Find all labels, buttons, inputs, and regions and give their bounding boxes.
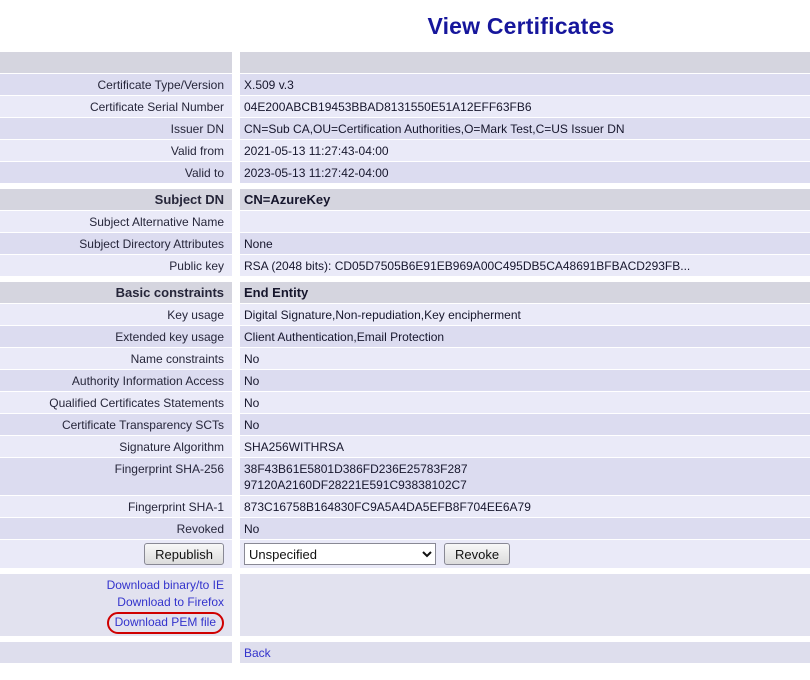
field-label: Authority Information Access: [0, 370, 232, 391]
row-signature-algorithm: Signature Algorithm SHA256WITHRSA: [0, 436, 810, 457]
field-label: [0, 52, 232, 73]
field-label: Subject DN: [0, 189, 232, 210]
field-label: Fingerprint SHA-1: [0, 496, 232, 517]
field-label: Name constraints: [0, 348, 232, 369]
field-value: SHA256WITHRSA: [240, 436, 810, 457]
row-extended-key-usage: Extended key usage Client Authentication…: [0, 326, 810, 347]
field-value: CN=AzureKey: [240, 189, 810, 210]
row-fingerprint-sha-256: Fingerprint SHA-256 38F43B61E5801D386FD2…: [0, 458, 810, 495]
row-name-constraints: Name constraints No: [0, 348, 810, 369]
field-value: 2021-05-13 11:27:43-04:00: [240, 140, 810, 161]
field-value: 04E200ABCB19453BBAD8131550E51A12EFF63FB6: [240, 96, 810, 117]
field-value: No: [240, 392, 810, 413]
field-value: No: [240, 348, 810, 369]
field-value: None: [240, 233, 810, 254]
row-revoked: Revoked No: [0, 518, 810, 539]
revocation-reason-select[interactable]: Unspecified: [244, 543, 436, 565]
field-value: No: [240, 370, 810, 391]
revoke-cell: Unspecified Revoke: [240, 540, 810, 568]
row-valid-from: Valid from 2021-05-13 11:27:43-04:00: [0, 140, 810, 161]
field-value: No: [240, 518, 810, 539]
download-links: Download binary/to IE Download to Firefo…: [0, 574, 232, 636]
field-label: Subject Directory Attributes: [0, 233, 232, 254]
highlight-ellipse: Download PEM file: [107, 612, 224, 634]
field-label: Signature Algorithm: [0, 436, 232, 457]
back-spacer-cell: [0, 642, 232, 663]
field-label: Public key: [0, 255, 232, 276]
field-label: Certificate Transparency SCTs: [0, 414, 232, 435]
action-row: Republish Unspecified Revoke: [0, 540, 810, 568]
row-issuer-dn: Issuer DN CN=Sub CA,OU=Certification Aut…: [0, 118, 810, 139]
row-certificate-type-version: Certificate Type/Version X.509 v.3: [0, 74, 810, 95]
field-value: End Entity: [240, 282, 810, 303]
row-authority-information-access: Authority Information Access No: [0, 370, 810, 391]
field-value: 2023-05-13 11:27:42-04:00: [240, 162, 810, 183]
field-label: Key usage: [0, 304, 232, 325]
field-label: Extended key usage: [0, 326, 232, 347]
row-table-header: [0, 52, 810, 73]
field-value: Client Authentication,Email Protection: [240, 326, 810, 347]
field-value: X.509 v.3: [240, 74, 810, 95]
field-value: [240, 211, 810, 232]
field-label: Subject Alternative Name: [0, 211, 232, 232]
row-subject-directory-attributes: Subject Directory Attributes None: [0, 233, 810, 254]
row-valid-to: Valid to 2023-05-13 11:27:42-04:00: [0, 162, 810, 183]
row-fingerprint-sha-1: Fingerprint SHA-1 873C16758B164830FC9A5A…: [0, 496, 810, 517]
republish-cell: Republish: [0, 540, 232, 568]
field-value: No: [240, 414, 810, 435]
certificate-table: Certificate Type/Version X.509 v.3 Certi…: [0, 52, 810, 663]
download-pem-link[interactable]: Download PEM file: [115, 614, 216, 630]
row-basic-constraints: Basic constraints End Entity: [0, 282, 810, 303]
field-value: [240, 52, 810, 73]
download-binary-ie-link[interactable]: Download binary/to IE: [8, 577, 224, 593]
field-label: Certificate Type/Version: [0, 74, 232, 95]
download-spacer-cell: [240, 574, 810, 636]
field-label: Basic constraints: [0, 282, 232, 303]
field-label: Valid to: [0, 162, 232, 183]
field-value: Digital Signature,Non-repudiation,Key en…: [240, 304, 810, 325]
title-bar: View Certificates: [0, 0, 810, 52]
field-label: Fingerprint SHA-256: [0, 458, 232, 495]
back-link[interactable]: Back: [244, 646, 271, 660]
row-subject-alternative-name: Subject Alternative Name: [0, 211, 810, 232]
field-label: Issuer DN: [0, 118, 232, 139]
row-subject-dn: Subject DN CN=AzureKey: [0, 189, 810, 210]
row-key-usage: Key usage Digital Signature,Non-repudiat…: [0, 304, 810, 325]
download-row: Download binary/to IE Download to Firefo…: [0, 574, 810, 636]
field-label: Valid from: [0, 140, 232, 161]
field-label: Qualified Certificates Statements: [0, 392, 232, 413]
field-label: Certificate Serial Number: [0, 96, 232, 117]
field-value: 873C16758B164830FC9A5A4DA5EFB8F704EE6A79: [240, 496, 810, 517]
back-cell: Back: [240, 642, 810, 663]
field-value: RSA (2048 bits): CD05D7505B6E91EB969A00C…: [240, 255, 810, 276]
revoke-button[interactable]: Revoke: [444, 543, 510, 565]
download-firefox-link[interactable]: Download to Firefox: [8, 594, 224, 610]
field-label: Revoked: [0, 518, 232, 539]
field-value: 38F43B61E5801D386FD236E25783F287 97120A2…: [240, 458, 810, 495]
row-public-key: Public key RSA (2048 bits): CD05D7505B6E…: [0, 255, 810, 276]
page-title: View Certificates: [427, 13, 614, 40]
field-value: CN=Sub CA,OU=Certification Authorities,O…: [240, 118, 810, 139]
row-certificate-transparency-scts: Certificate Transparency SCTs No: [0, 414, 810, 435]
row-qualified-certificates-statements: Qualified Certificates Statements No: [0, 392, 810, 413]
back-row: Back: [0, 642, 810, 663]
republish-button[interactable]: Republish: [144, 543, 224, 565]
row-certificate-serial-number: Certificate Serial Number 04E200ABCB1945…: [0, 96, 810, 117]
